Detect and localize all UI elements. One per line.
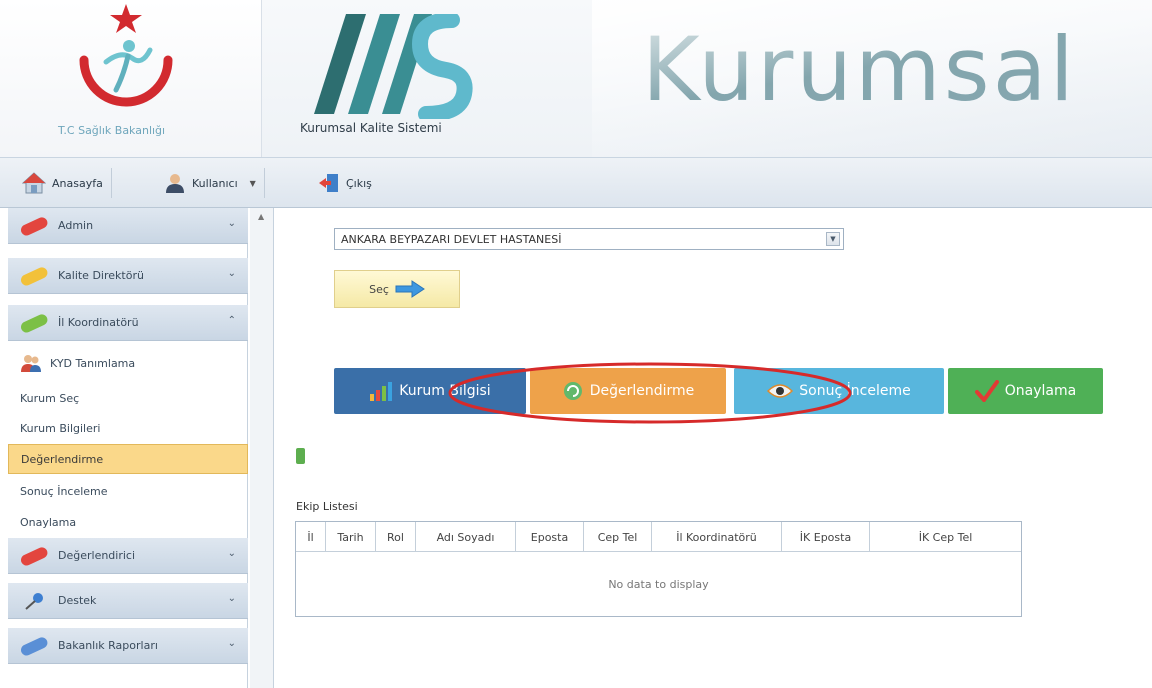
sidebar-item-label: KYD Tanımlama bbox=[50, 356, 136, 370]
column-header-adi-soyadi[interactable]: Adı Soyadı bbox=[416, 522, 516, 552]
column-header-rol[interactable]: Rol bbox=[376, 522, 416, 552]
step-label: Onaylama bbox=[1004, 383, 1077, 399]
green-pill-icon bbox=[21, 313, 48, 333]
sidebar-group-il-koordinatoru[interactable]: İl Koordinatörü ⌃ bbox=[8, 305, 248, 341]
checkmark-icon bbox=[974, 380, 999, 402]
sidebar-group-label: Değerlendirici bbox=[58, 549, 136, 562]
kks-logo-icon bbox=[314, 14, 473, 119]
column-header-il-koordinatoru[interactable]: İl Koordinatörü bbox=[652, 522, 782, 552]
status-indicator bbox=[296, 448, 305, 464]
chevron-down-icon: ⌄ bbox=[227, 593, 236, 604]
user-menu-button[interactable]: Kullanıcı ▼ bbox=[156, 168, 265, 198]
column-header-eposta[interactable]: Eposta bbox=[516, 522, 584, 552]
bar-chart-icon bbox=[370, 382, 393, 401]
sidebar-group-bakanlik-raporlari[interactable]: Bakanlık Raporları ⌄ bbox=[8, 628, 248, 664]
sidebar-item-kurum-bilgileri[interactable]: Kurum Bilgileri bbox=[8, 413, 248, 443]
main-toolbar: Anasayfa Kullanıcı ▼ Çıkış bbox=[0, 158, 1152, 208]
user-label: Kullanıcı bbox=[192, 176, 238, 190]
sidebar: Admin ⌄ Kalite Direktörü ⌄ İl Koordinatö… bbox=[8, 208, 248, 688]
sidebar-group-kalite-direktoru[interactable]: Kalite Direktörü ⌄ bbox=[8, 258, 248, 294]
table-empty-message: No data to display bbox=[608, 577, 709, 591]
sidebar-item-degerlendirme[interactable]: Değerlendirme bbox=[8, 444, 248, 474]
home-icon bbox=[22, 172, 46, 194]
column-header-il[interactable]: İl bbox=[296, 522, 326, 552]
logout-label: Çıkış bbox=[346, 176, 372, 190]
step-sonuc-inceleme-button[interactable]: Sonuç İnceleme bbox=[734, 368, 944, 414]
sidebar-group-destek[interactable]: Destek ⌄ bbox=[8, 583, 248, 619]
main-content: ANKARA BEYPAZARI DEVLET HASTANESİ ▼ Seç … bbox=[284, 208, 1152, 688]
sidebar-group-admin[interactable]: Admin ⌄ bbox=[8, 208, 248, 244]
sidebar-item-label: Kurum Bilgileri bbox=[20, 421, 101, 435]
brand-area: Kurumsal Kalite Sistemi Kurumsal bbox=[262, 0, 1152, 157]
column-header-tarih[interactable]: Tarih bbox=[326, 522, 376, 552]
step-degerlendirme-button[interactable]: Değerlendirme bbox=[530, 368, 726, 414]
step-label: Kurum Bilgisi bbox=[399, 383, 491, 399]
red-pill-icon bbox=[21, 546, 48, 566]
select-button[interactable]: Seç bbox=[334, 270, 460, 308]
yellow-pill-icon bbox=[21, 266, 48, 286]
select-button-label: Seç bbox=[369, 282, 389, 296]
chevron-down-icon: ⌄ bbox=[227, 268, 236, 279]
team-table: İl Tarih Rol Adı Soyadı Eposta Cep Tel İ… bbox=[295, 521, 1022, 617]
column-header-ik-eposta[interactable]: İK Eposta bbox=[782, 522, 870, 552]
refresh-icon bbox=[563, 382, 582, 400]
sidebar-group-degerlendirici[interactable]: Değerlendirici ⌄ bbox=[8, 538, 248, 574]
ministry-name: T.C Sağlık Bakanlığı bbox=[58, 124, 166, 137]
chevron-down-icon: ⌄ bbox=[227, 638, 236, 649]
users-icon bbox=[21, 355, 41, 372]
sidebar-item-kurum-sec[interactable]: Kurum Seç bbox=[8, 383, 248, 413]
chevron-down-icon: ⌄ bbox=[227, 218, 236, 229]
sidebar-item-onaylama[interactable]: Onaylama bbox=[8, 507, 248, 537]
app-header: T.C Sağlık Bakanlığı Kurumsal Kalite Sis… bbox=[0, 0, 1152, 158]
eye-icon bbox=[767, 384, 794, 398]
sidebar-item-label: Kurum Seç bbox=[20, 391, 80, 405]
home-label: Anasayfa bbox=[52, 176, 103, 190]
step-kurum-bilgisi-button[interactable]: Kurum Bilgisi bbox=[334, 368, 526, 414]
sidebar-group-label: Bakanlık Raporları bbox=[58, 639, 158, 652]
team-list-label: Ekip Listesi bbox=[296, 500, 358, 513]
sidebar-splitter[interactable]: ▲ bbox=[250, 208, 274, 688]
sidebar-group-label: Destek bbox=[58, 594, 97, 607]
step-label: Sonuç İnceleme bbox=[799, 383, 911, 399]
user-icon bbox=[166, 174, 184, 193]
sidebar-group-label: Kalite Direktörü bbox=[58, 269, 144, 282]
logout-icon bbox=[319, 174, 338, 192]
pin-icon bbox=[25, 592, 43, 610]
home-button[interactable]: Anasayfa bbox=[14, 168, 112, 198]
table-header-row: İl Tarih Rol Adı Soyadı Eposta Cep Tel İ… bbox=[296, 522, 1021, 552]
step-onaylama-button[interactable]: Onaylama bbox=[948, 368, 1103, 414]
logout-button[interactable]: Çıkış bbox=[310, 168, 380, 198]
sidebar-group-label: Admin bbox=[58, 219, 94, 232]
red-pill-icon bbox=[21, 216, 48, 236]
chevron-down-icon: ▼ bbox=[249, 178, 256, 188]
sidebar-item-label: Değerlendirme bbox=[21, 452, 104, 466]
hospital-select[interactable]: ANKARA BEYPAZARI DEVLET HASTANESİ ▼ bbox=[334, 228, 844, 250]
sidebar-item-sonuc-inceleme[interactable]: Sonuç İnceleme bbox=[8, 476, 248, 506]
step-label: Değerlendirme bbox=[589, 383, 695, 399]
sidebar-group-label: İl Koordinatörü bbox=[58, 316, 139, 329]
column-header-ik-cep-tel[interactable]: İK Cep Tel bbox=[870, 522, 1021, 552]
sidebar-item-kyd-tanimlama[interactable]: KYD Tanımlama bbox=[8, 348, 248, 378]
system-name: Kurumsal Kalite Sistemi bbox=[300, 121, 442, 135]
ministry-logo-icon bbox=[79, 4, 173, 107]
sidebar-item-label: Onaylama bbox=[20, 515, 77, 529]
hospital-select-value: ANKARA BEYPAZARI DEVLET HASTANESİ bbox=[341, 232, 562, 246]
collapse-arrow-icon: ▲ bbox=[258, 212, 265, 221]
sidebar-item-label: Sonuç İnceleme bbox=[20, 484, 108, 498]
ministry-logo-area: T.C Sağlık Bakanlığı bbox=[0, 0, 262, 157]
chevron-down-icon[interactable]: ▼ bbox=[826, 232, 840, 246]
arrow-right-icon bbox=[395, 280, 425, 298]
chevron-up-icon: ⌃ bbox=[227, 315, 236, 326]
blue-pill-icon bbox=[21, 636, 48, 656]
brand-title: Kurumsal bbox=[642, 18, 1077, 121]
column-header-cep-tel[interactable]: Cep Tel bbox=[584, 522, 652, 552]
chevron-down-icon: ⌄ bbox=[227, 548, 236, 559]
